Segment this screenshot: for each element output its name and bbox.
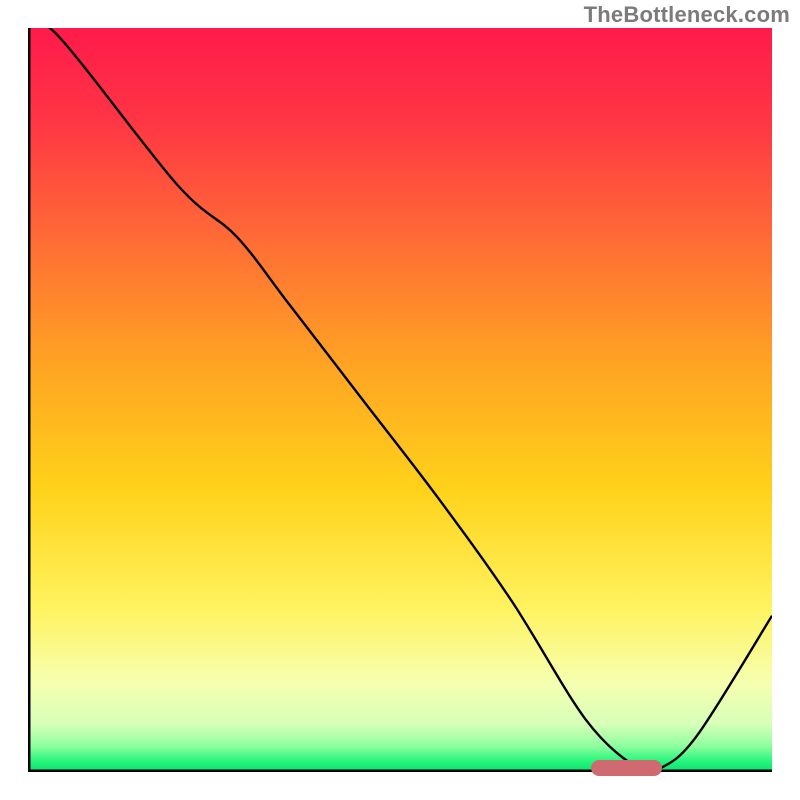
plot-area xyxy=(28,28,772,772)
optimum-marker xyxy=(591,760,662,776)
watermark-text: TheBottleneck.com xyxy=(584,2,790,28)
chart-root: TheBottleneck.com xyxy=(0,0,800,800)
chart-svg xyxy=(28,28,772,772)
